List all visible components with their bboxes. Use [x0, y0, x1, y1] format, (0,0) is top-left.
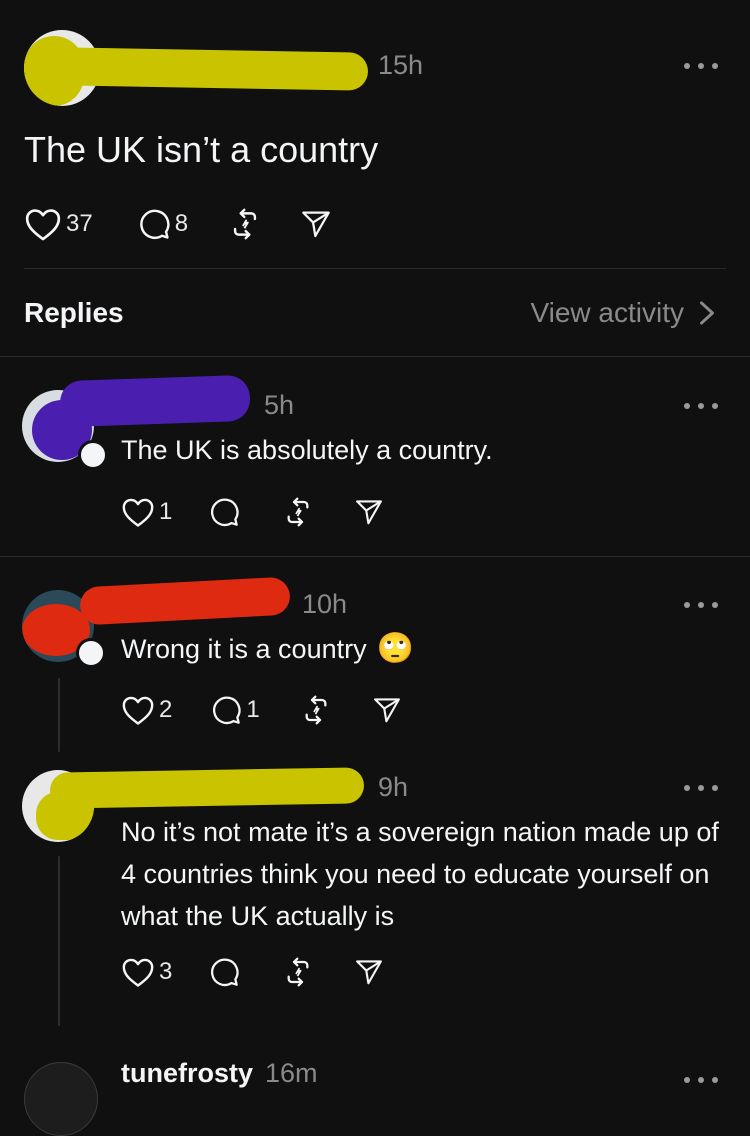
like-count: 2 — [159, 696, 173, 723]
share-button[interactable] — [372, 695, 402, 725]
reply-2-text: Wrong it is a country 🙄 — [121, 631, 414, 667]
post-time: 15h — [378, 50, 424, 80]
more-options-icon[interactable] — [684, 402, 718, 410]
post-body: The UK isn’t a country — [24, 129, 379, 170]
like-count: 1 — [159, 498, 173, 525]
eye-roll-emoji: 🙄 — [376, 632, 414, 665]
next-reply-time: 16m — [265, 1058, 318, 1088]
comment-icon — [213, 696, 241, 725]
post-divider — [24, 268, 726, 269]
more-options-icon[interactable] — [684, 62, 718, 70]
reply-count: 8 — [174, 210, 189, 237]
repost-icon — [233, 208, 257, 240]
heart-icon — [122, 498, 154, 527]
replies-divider — [0, 356, 750, 357]
reply-1-time: 5h — [264, 390, 295, 420]
reply-button[interactable] — [208, 956, 240, 988]
view-activity-link[interactable]: View activity — [530, 297, 718, 329]
repost-button[interactable] — [228, 207, 262, 241]
reply-2-time: 10h — [302, 589, 348, 619]
like-button[interactable]: 3 — [121, 956, 172, 988]
reply-1-actions: 1 — [121, 492, 428, 532]
reply-2-body: Wrong it is a country — [121, 634, 367, 664]
avatar-badge — [78, 440, 108, 470]
heart-icon — [122, 958, 154, 987]
share-button[interactable] — [300, 208, 332, 240]
send-icon — [302, 211, 330, 238]
avatar-badge — [76, 638, 106, 668]
reply-button[interactable]: 8 — [137, 207, 188, 241]
repost-button[interactable] — [282, 496, 314, 528]
like-count: 37 — [66, 210, 93, 237]
reply-2-actions: 2 1 — [121, 690, 446, 730]
comment-icon — [139, 209, 170, 239]
share-button[interactable] — [354, 497, 384, 527]
more-options-icon[interactable] — [684, 784, 718, 792]
like-button[interactable]: 1 — [121, 496, 172, 528]
send-icon — [356, 500, 383, 525]
chevron-right-icon — [700, 301, 714, 325]
reply-3-text: No it’s not mate it’s a sovereign nation… — [121, 817, 719, 931]
view-activity-label: View activity — [530, 297, 684, 328]
reply-divider — [0, 556, 750, 557]
next-reply-username[interactable]: tunefrosty — [121, 1058, 253, 1088]
send-icon — [356, 960, 383, 985]
like-button[interactable]: 37 — [24, 206, 93, 242]
reply-button[interactable] — [208, 496, 240, 528]
username-redaction — [59, 47, 369, 91]
like-count: 3 — [159, 958, 173, 985]
heart-icon — [25, 209, 61, 241]
comment-icon — [211, 958, 239, 987]
replies-heading: Replies — [24, 297, 124, 328]
repost-icon — [305, 695, 327, 725]
username-redaction — [59, 374, 251, 428]
comment-icon — [211, 498, 239, 527]
more-options-icon[interactable] — [684, 601, 718, 609]
share-button[interactable] — [354, 957, 384, 987]
reply-count: 1 — [246, 696, 260, 723]
reply-button[interactable]: 1 — [210, 694, 260, 726]
send-icon — [373, 698, 400, 723]
repost-icon — [287, 957, 309, 987]
next-reply-header: tunefrosty 16m — [121, 1058, 318, 1088]
repost-button[interactable] — [300, 694, 332, 726]
reply-1-text: The UK is absolutely a country. — [121, 435, 493, 465]
reply-3-time: 9h — [378, 772, 409, 802]
thread-line — [58, 856, 60, 1026]
heart-icon — [122, 696, 154, 725]
like-button[interactable]: 2 — [121, 694, 172, 726]
thread-line — [58, 678, 60, 752]
reply-3-actions: 3 — [121, 952, 428, 992]
repost-icon — [287, 497, 309, 527]
post-actions: 37 8 — [24, 204, 376, 244]
repost-button[interactable] — [282, 956, 314, 988]
username-redaction — [49, 767, 365, 809]
username-redaction — [79, 576, 291, 626]
next-reply-avatar[interactable] — [24, 1062, 98, 1136]
